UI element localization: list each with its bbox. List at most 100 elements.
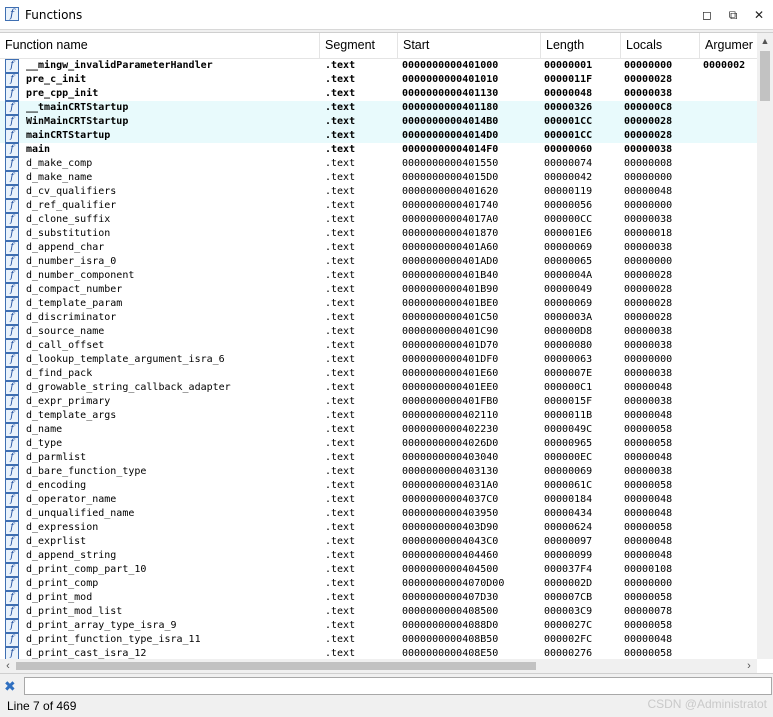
function-icon: f	[5, 493, 19, 507]
table-row[interactable]: f d_substitution .text 0000000000401870 0000…	[0, 227, 757, 241]
table-row[interactable]: f d_cv_qualifiers .text 0000000000401620 000…	[0, 185, 757, 199]
cell-start: 0000000000401FB0	[402, 396, 499, 407]
scroll-up-icon[interactable]: ▲	[757, 33, 773, 49]
table-row[interactable]: f d_compact_number .text 0000000000401B90 00…	[0, 283, 757, 297]
table-row[interactable]: f d_template_param .text 0000000000401BE0 00…	[0, 297, 757, 311]
table-row[interactable]: f d_operator_name .text 00000000004037C0 000…	[0, 493, 757, 507]
cell-length: 0000003A	[544, 312, 593, 323]
cell-length: 00000060	[544, 144, 593, 155]
close-filter-icon[interactable]: ✖	[4, 678, 16, 695]
table-row[interactable]: f d_call_offset .text 0000000000401D70 00000…	[0, 339, 757, 353]
cell-name: d_name	[26, 424, 63, 435]
column-header-segment[interactable]: Segment	[320, 33, 398, 58]
close-button[interactable]: ✕	[751, 8, 767, 22]
table-row[interactable]: f d_ref_qualifier .text 0000000000401740 000…	[0, 199, 757, 213]
cell-segment: .text	[325, 242, 356, 253]
maximize-button[interactable]: ◻	[699, 8, 715, 22]
cell-segment: .text	[325, 578, 356, 589]
table-row[interactable]: f d_type .text 00000000004026D0 00000965 0000…	[0, 437, 757, 451]
column-header-arguments[interactable]: Argumer	[700, 33, 757, 58]
table-row[interactable]: f d_print_comp .text 00000000004070D00 00000…	[0, 577, 757, 591]
cell-segment: .text	[325, 508, 356, 519]
table-row[interactable]: f d_bare_function_type .text 00000000004031…	[0, 465, 757, 479]
cell-segment: .text	[325, 480, 356, 491]
table-row[interactable]: f pre_c_init .text 0000000000401010 0000011F…	[0, 73, 757, 87]
cell-length: 0000015F	[544, 396, 593, 407]
cell-start: 0000000000401010	[402, 74, 499, 85]
column-header-locals[interactable]: Locals	[621, 33, 700, 58]
cell-start: 0000000000401620	[402, 186, 499, 197]
cell-segment: .text	[325, 550, 356, 561]
vertical-scroll-thumb[interactable]	[760, 51, 770, 101]
scroll-right-icon[interactable]: ›	[743, 659, 755, 673]
cell-start: 0000000000401AD0	[402, 256, 499, 267]
cell-segment: .text	[325, 620, 356, 631]
cell-locals: 00000058	[624, 480, 673, 491]
function-icon: f	[5, 101, 19, 115]
table-row[interactable]: f d_exprlist .text 00000000004043C0 00000097…	[0, 535, 757, 549]
table-row[interactable]: f d_encoding .text 00000000004031A0 0000061C…	[0, 479, 757, 493]
scroll-left-icon[interactable]: ‹	[2, 659, 14, 673]
table-row[interactable]: f d_clone_suffix .text 00000000004017A0 0000…	[0, 213, 757, 227]
column-header-start[interactable]: Start	[398, 33, 541, 58]
table-row[interactable]: f d_parmlist .text 0000000000403040 000000EC…	[0, 451, 757, 465]
cell-locals: 00000038	[624, 242, 673, 253]
table-row[interactable]: f d_name .text 0000000000402230 0000049C 0000…	[0, 423, 757, 437]
table-row[interactable]: f d_growable_string_callback_adapter .text…	[0, 381, 757, 395]
table-row[interactable]: f d_print_cast_isra_12 .text 0000000000408E…	[0, 647, 757, 659]
table-row[interactable]: f d_template_args .text 0000000000402110 000…	[0, 409, 757, 423]
table-row[interactable]: f d_make_comp .text 0000000000401550 0000007…	[0, 157, 757, 171]
table-row[interactable]: f d_print_function_type_isra_11 .text 00000…	[0, 633, 757, 647]
filter-input[interactable]	[24, 677, 772, 695]
cell-start: 0000000000403040	[402, 452, 499, 463]
function-icon: f	[5, 437, 19, 451]
table-row[interactable]: f d_number_component .text 0000000000401B40…	[0, 269, 757, 283]
table-row[interactable]: f d_discriminator .text 0000000000401C50 000…	[0, 311, 757, 325]
function-icon: f	[5, 521, 19, 535]
table-row[interactable]: f d_source_name .text 0000000000401C90 00000…	[0, 325, 757, 339]
table-row[interactable]: f d_lookup_template_argument_isra_6 .text 0…	[0, 353, 757, 367]
vertical-scrollbar[interactable]: ▲	[757, 33, 773, 659]
cell-start: 0000000000401130	[402, 88, 499, 99]
horizontal-scroll-thumb[interactable]	[16, 662, 536, 670]
table-row[interactable]: f d_expression .text 0000000000403D90 000006…	[0, 521, 757, 535]
cell-name: d_append_string	[26, 550, 117, 561]
table-row[interactable]: f d_unqualified_name .text 0000000000403950…	[0, 507, 757, 521]
cell-segment: .text	[325, 522, 356, 533]
cell-locals: 00000048	[624, 536, 673, 547]
table-row[interactable]: f __tmainCRTStartup .text 0000000000401180 0…	[0, 101, 757, 115]
table-row[interactable]: f d_print_array_type_isra_9 .text 000000000…	[0, 619, 757, 633]
cell-start: 0000000000401DF0	[402, 354, 499, 365]
function-icon: f	[5, 423, 19, 437]
column-header-length[interactable]: Length	[541, 33, 621, 58]
restore-button[interactable]: ⧉	[725, 8, 741, 22]
cell-length: 00000069	[544, 466, 593, 477]
cell-length: 00000099	[544, 550, 593, 561]
cell-locals: 00000048	[624, 494, 673, 505]
table-row[interactable]: f d_print_comp_part_10 .text 00000000004045…	[0, 563, 757, 577]
table-row[interactable]: f __mingw_invalidParameterHandler .text 000…	[0, 59, 757, 73]
function-icon: f	[5, 199, 19, 213]
watermark: CSDN @Administratot	[647, 697, 767, 711]
table-row[interactable]: f d_print_mod .text 0000000000407D30 000007C…	[0, 591, 757, 605]
table-row[interactable]: f main .text 00000000004014F0 00000060 000000…	[0, 143, 757, 157]
column-header-function-name[interactable]: Function name	[0, 33, 320, 58]
cell-length: 0000049C	[544, 424, 593, 435]
horizontal-scrollbar[interactable]: ‹ ›	[0, 659, 757, 673]
cell-name: d_type	[26, 438, 63, 449]
table-row[interactable]: f d_append_char .text 0000000000401A60 00000…	[0, 241, 757, 255]
table-row[interactable]: f mainCRTStartup .text 00000000004014D0 0000…	[0, 129, 757, 143]
table-row[interactable]: f d_append_string .text 0000000000404460 000…	[0, 549, 757, 563]
table-row[interactable]: f d_make_name .text 00000000004015D0 0000004…	[0, 171, 757, 185]
cell-locals: 00000038	[624, 368, 673, 379]
table-row[interactable]: f d_find_pack .text 0000000000401E60 0000007…	[0, 367, 757, 381]
table-row[interactable]: f d_number_isra_0 .text 0000000000401AD0 000…	[0, 255, 757, 269]
table-row[interactable]: f d_expr_primary .text 0000000000401FB0 0000…	[0, 395, 757, 409]
table-row[interactable]: f WinMainCRTStartup .text 00000000004014B0 0…	[0, 115, 757, 129]
cell-locals: 00000038	[624, 326, 673, 337]
cell-start: 0000000000402110	[402, 410, 499, 421]
table-row[interactable]: f pre_cpp_init .text 0000000000401130 000000…	[0, 87, 757, 101]
cell-start: 0000000000402230	[402, 424, 499, 435]
function-icon: f	[5, 633, 19, 647]
table-row[interactable]: f d_print_mod_list .text 0000000000408500 00…	[0, 605, 757, 619]
